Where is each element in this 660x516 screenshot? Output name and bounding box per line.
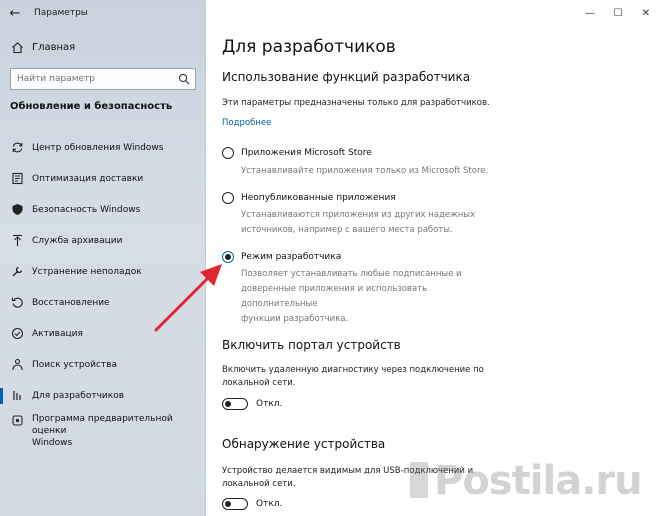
wrench-icon — [10, 265, 24, 279]
desc-line-2: локальной сети. — [222, 378, 296, 388]
app-title: Параметры — [34, 8, 88, 18]
toggle-label: Откл. — [256, 499, 283, 509]
search-input[interactable] — [17, 74, 173, 84]
sidebar-item-delivery-optimization[interactable]: Оптимизация доставки — [0, 163, 206, 194]
title-bar: ← Параметры — [0, 0, 206, 26]
sidebar-item-label: Центр обновления Windows — [32, 142, 164, 153]
label-line-1: Программа предварительной оценки — [32, 414, 173, 436]
recovery-icon — [10, 296, 24, 310]
toggle-knob — [225, 500, 231, 507]
desc-line-1: Включить удаленную диагностику через под… — [222, 365, 484, 375]
active-indicator — [0, 388, 3, 404]
radio-description: Позволяет устанавливать любые подписанны… — [241, 267, 501, 327]
insider-icon — [10, 413, 24, 427]
sidebar-item-label: Устранение неполадок — [32, 266, 142, 277]
sidebar-item-label: Программа предварительной оценки Windows — [32, 413, 206, 449]
toggle-label: Откл. — [256, 399, 283, 409]
sidebar-item-label: Восстановление — [32, 297, 110, 308]
section-description: Эти параметры предназначены только для р… — [222, 98, 490, 108]
sidebar-item-insider[interactable]: Программа предварительной оценки Windows — [0, 411, 206, 449]
close-button[interactable]: ✕ — [632, 0, 660, 26]
maximize-button[interactable]: ☐ — [604, 0, 632, 26]
sidebar-item-windows-update[interactable]: Центр обновления Windows — [0, 132, 206, 163]
radio-label: Приложения Microsoft Store — [241, 148, 372, 158]
sidebar-section-heading: Обновление и безопасность — [10, 101, 173, 112]
home-icon — [10, 40, 24, 54]
sidebar-item-find-device[interactable]: Поиск устройства — [0, 349, 206, 380]
annotation-arrow — [154, 264, 222, 332]
sync-icon — [10, 141, 24, 155]
toggle-knob — [225, 400, 231, 407]
desc-line-2: локальной сети. — [222, 479, 296, 489]
back-button[interactable]: ← — [0, 0, 30, 26]
device-discovery-toggle[interactable] — [222, 498, 248, 510]
section-subtitle: Использование функций разработчика — [222, 70, 471, 84]
label-line-2: Windows — [32, 438, 73, 448]
sidebar-item-label: Для разработчиков — [32, 390, 125, 401]
radio-button[interactable] — [222, 192, 234, 204]
backup-arrow-icon — [10, 234, 24, 248]
sidebar-item-windows-security[interactable]: Безопасность Windows — [0, 194, 206, 225]
desc-line-1: Устанавливайте приложения только из Micr… — [241, 166, 489, 176]
radio-label: Неопубликованные приложения — [241, 193, 396, 203]
back-arrow-icon: ← — [9, 5, 21, 21]
sidebar-item-label: Служба архивации — [32, 235, 123, 246]
desc-line-2: источников, например с вашего места рабо… — [241, 225, 453, 235]
sidebar-item-label: Поиск устройства — [32, 359, 117, 370]
watermark: Postila.ru — [408, 452, 658, 512]
check-circle-icon — [10, 327, 24, 341]
desc-line-1: Устанавливаются приложения из других над… — [241, 210, 476, 220]
minimize-icon: — — [585, 7, 595, 19]
radio-sideload-apps[interactable]: Неопубликованные приложения — [222, 192, 396, 204]
sidebar-item-developers[interactable]: Для разработчиков — [0, 380, 206, 411]
shield-icon — [10, 203, 24, 217]
desc-line-3: функции разработчика. — [241, 314, 349, 324]
radio-developer-mode[interactable]: Режим разработчика — [222, 251, 341, 263]
device-portal-description: Включить удаленную диагностику через под… — [222, 364, 502, 390]
delivery-icon — [10, 172, 24, 186]
radio-description: Устанавливайте приложения только из Micr… — [241, 164, 501, 179]
learn-more-link[interactable]: Подробнее — [222, 118, 271, 128]
device-discovery-toggle-row[interactable]: Откл. — [222, 498, 282, 510]
person-pin-icon — [10, 358, 24, 372]
close-icon: ✕ — [641, 7, 651, 19]
device-portal-toggle[interactable] — [222, 398, 248, 410]
search-box[interactable] — [10, 68, 196, 90]
window-controls: — ☐ ✕ — [576, 0, 660, 26]
developer-icon — [10, 389, 24, 403]
sidebar-item-label: Безопасность Windows — [32, 204, 141, 215]
radio-microsoft-store[interactable]: Приложения Microsoft Store — [222, 147, 372, 159]
sidebar-item-label: Оптимизация доставки — [32, 173, 144, 184]
sidebar-item-label: Главная — [32, 41, 76, 53]
device-portal-heading: Включить портал устройств — [222, 338, 401, 352]
radio-button[interactable] — [222, 147, 234, 159]
radio-description: Устанавливаются приложения из других над… — [241, 208, 501, 238]
main-panel: — ☐ ✕ Для разработчиков Использование фу… — [206, 0, 660, 516]
search-icon[interactable] — [173, 69, 195, 89]
maximize-icon: ☐ — [613, 7, 623, 19]
watermark-text: Postila.ru — [434, 458, 643, 504]
device-discovery-heading: Обнаружение устройства — [222, 437, 386, 451]
desc-line-1: Позволяет устанавливать любые подписанны… — [241, 269, 462, 279]
desc-line-2: доверенные приложения и использовать доп… — [241, 284, 428, 309]
watermark-logo-icon — [410, 462, 428, 498]
radio-label: Режим разработчика — [241, 252, 342, 262]
sidebar-item-backup[interactable]: Служба архивации — [0, 225, 206, 256]
minimize-button[interactable]: — — [576, 0, 604, 26]
sidebar-item-label: Активация — [32, 328, 83, 339]
sidebar-item-home[interactable]: Главная — [0, 36, 206, 58]
page-title: Для разработчиков — [222, 37, 396, 57]
device-portal-toggle-row[interactable]: Откл. — [222, 398, 282, 410]
